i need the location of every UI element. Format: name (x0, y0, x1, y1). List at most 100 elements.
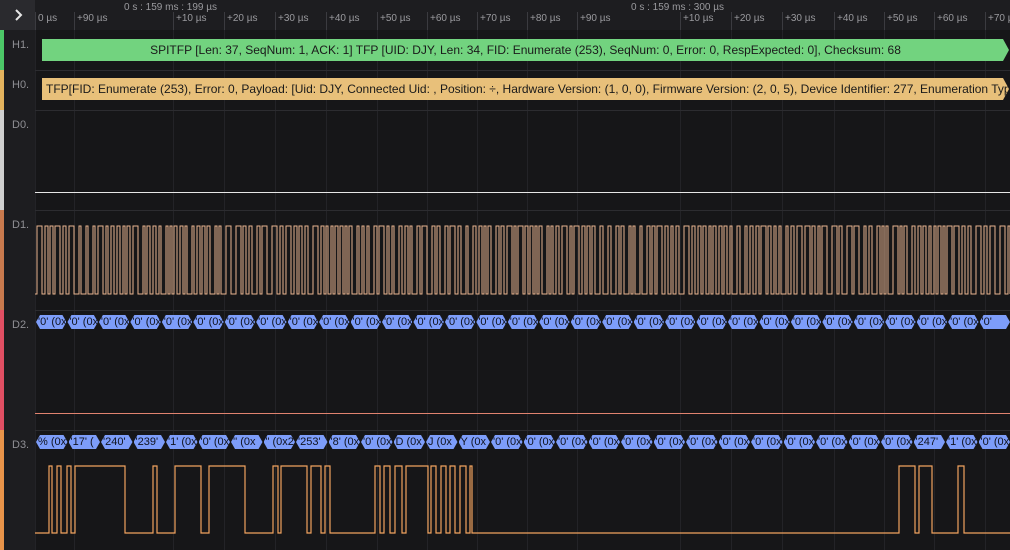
decoded-byte-d2[interactable]: '0' (0x (634, 315, 664, 329)
decoded-byte-d2[interactable]: '0' (0x (948, 315, 978, 329)
decoded-byte-d2[interactable]: '0' (0x (728, 315, 758, 329)
channel-color-bar (0, 70, 4, 110)
decoded-byte-d3[interactable]: '0' (0x (199, 435, 231, 449)
decoded-byte-d3[interactable]: '0' (0x (849, 435, 881, 449)
decoded-byte-d3[interactable]: % (0x (36, 435, 68, 449)
ruler-tick-label: +50 µs (887, 13, 918, 24)
decoded-byte-d3[interactable]: " (0x2 (264, 435, 296, 449)
decoded-byte-d2[interactable]: '0' (0x (99, 315, 129, 329)
decoded-byte-d3[interactable]: '0' (0x (524, 435, 556, 449)
decoded-byte-d2[interactable]: '0' (0x (445, 315, 475, 329)
decoded-byte-d2[interactable]: '0' (0x (351, 315, 381, 329)
ruler-tick-label: +70 µs (480, 13, 511, 24)
decoded-byte-d3[interactable]: '8' (0x (329, 435, 361, 449)
channel-h0-track[interactable]: TFP[FID: Enumerate (253), Error: 0, Payl… (35, 70, 1010, 110)
ruler-tick (577, 12, 578, 30)
ruler-tick (224, 12, 225, 30)
channel-d0-track[interactable] (35, 110, 1010, 210)
channel-d2-label[interactable]: D2. (0, 310, 35, 430)
decoded-byte-d2[interactable]: '0' (0x (508, 315, 538, 329)
decoded-byte-d2[interactable]: '0' (980, 315, 1010, 329)
decoded-byte-d3[interactable]: '17' ( (69, 435, 101, 449)
decoded-byte-d2[interactable]: '0' (0x (413, 315, 443, 329)
channel-d3-label[interactable]: D3. (0, 430, 35, 550)
channel-d2-track[interactable]: '0' (0x '0' (0x '0' (0x '0' (0x '0' (0x '0' (… (35, 310, 1010, 430)
decoded-byte-d3[interactable]: '0' (0x (719, 435, 751, 449)
tfp-enumerate-annotation[interactable]: TFP[FID: Enumerate (253), Error: 0, Payl… (42, 78, 1009, 100)
decoded-byte-d3[interactable]: '0' (0x (491, 435, 523, 449)
time-marker-label: 0 s : 159 ms : 199 µs (124, 2, 218, 13)
ruler-tick (884, 12, 885, 30)
decoded-byte-d3[interactable]: '0' (0x (881, 435, 913, 449)
decoded-byte-d2[interactable]: '0' (0x (162, 315, 192, 329)
channel-d1-row: D1. (0, 210, 1010, 310)
decoded-byte-d2[interactable]: '0' (0x (256, 315, 286, 329)
spitfp-frame-annotation[interactable]: SPITFP [Len: 37, SeqNum: 1, ACK: 1] TFP … (42, 39, 1009, 61)
decoded-byte-d3[interactable]: J (0x (426, 435, 458, 449)
channel-color-bar (0, 430, 4, 550)
channel-h1-track[interactable]: SPITFP [Len: 37, SeqNum: 1, ACK: 1] TFP … (35, 30, 1010, 70)
decoded-byte-d3[interactable]: '253' (296, 435, 328, 449)
decoded-byte-d3[interactable]: '0' (0x (556, 435, 588, 449)
decoded-byte-d3[interactable]: '0' (0x (686, 435, 718, 449)
time-ruler: 0 s : 159 ms : 199 µs 0 s : 159 ms : 300… (0, 0, 1010, 30)
decoded-byte-d2[interactable]: '0' (0x (696, 315, 726, 329)
channel-d0-label[interactable]: D0. (0, 110, 35, 210)
decoded-byte-d3[interactable]: '239' (134, 435, 166, 449)
expand-sidebar-button[interactable] (0, 0, 35, 30)
decoded-byte-d2[interactable]: '0' (0x (319, 315, 349, 329)
decoded-byte-d2[interactable]: '0' (0x (130, 315, 160, 329)
decoded-byte-d2[interactable]: '0' (0x (476, 315, 506, 329)
decoded-byte-d2[interactable]: '0' (0x (539, 315, 569, 329)
ruler-tick (782, 12, 783, 30)
decoded-byte-d2[interactable]: '0' (0x (67, 315, 97, 329)
decoded-byte-d2[interactable]: '0' (0x (602, 315, 632, 329)
decoded-byte-d2[interactable]: '0' (0x (791, 315, 821, 329)
decoded-byte-d2[interactable]: '0' (0x (665, 315, 695, 329)
decoded-byte-d3[interactable]: '0' (0x (654, 435, 686, 449)
decoded-byte-d3[interactable]: D (0x (394, 435, 426, 449)
channel-d1-label[interactable]: D1. (0, 210, 35, 310)
ruler-tick-label: +90 µs (580, 13, 611, 24)
ruler-tick (834, 12, 835, 30)
decoded-byte-d2[interactable]: '0' (0x (382, 315, 412, 329)
decoded-byte-d3[interactable]: '0' (0x (784, 435, 816, 449)
ruler-tick-label: +30 µs (278, 13, 309, 24)
channel-color-bar (0, 310, 4, 430)
decoded-byte-d2[interactable]: '0' (0x (225, 315, 255, 329)
d3-signal-path (35, 465, 1010, 534)
decoded-byte-d3[interactable]: '0' (0x (979, 435, 1010, 449)
decoded-byte-d3[interactable]: '0' (0x (589, 435, 621, 449)
channel-h0-label[interactable]: H0. (0, 70, 35, 110)
decoded-byte-d3[interactable]: '247' (914, 435, 946, 449)
decoded-byte-d3[interactable]: '0' (0x (816, 435, 848, 449)
decoded-byte-d2[interactable]: '0' (0x (759, 315, 789, 329)
decoded-byte-d3[interactable]: '0' (0x (361, 435, 393, 449)
decoded-byte-d2[interactable]: '0' (0x (885, 315, 915, 329)
decoded-byte-d3[interactable]: '1' (0x (946, 435, 978, 449)
channel-h1-label[interactable]: H1. (0, 30, 35, 70)
decoded-byte-d3[interactable]: '0' (0x (751, 435, 783, 449)
decoded-byte-d3[interactable]: Y (0x (459, 435, 491, 449)
decoded-byte-d3[interactable]: '1' (0x (166, 435, 198, 449)
decoded-byte-d3[interactable]: '240' (101, 435, 133, 449)
ruler-tick-label: +60 µs (937, 13, 968, 24)
decoded-byte-d2[interactable]: '0' (0x (193, 315, 223, 329)
decoded-byte-d2[interactable]: '0' (0x (854, 315, 884, 329)
ruler-tick (427, 12, 428, 30)
channel-name: H1. (12, 39, 30, 51)
ruler-tick-label: +40 µs (329, 13, 360, 24)
ruler-scale[interactable]: 0 s : 159 ms : 199 µs 0 s : 159 ms : 300… (35, 0, 1010, 30)
channel-d1-track[interactable] (35, 210, 1010, 310)
decoded-byte-d2[interactable]: '0' (0x (822, 315, 852, 329)
decoded-byte-d3[interactable]: '' (0x (231, 435, 263, 449)
decoded-byte-d2[interactable]: '0' (0x (288, 315, 318, 329)
decoded-byte-d3[interactable]: '0' (0x (621, 435, 653, 449)
channel-d3-track[interactable]: % (0x '17' ('240' '239' '1' (0x '0' (0x '' (0… (35, 430, 1010, 550)
decoded-byte-d2[interactable]: '0' (0x (917, 315, 947, 329)
ruler-tick (275, 12, 276, 30)
decoded-byte-d2[interactable]: '0' (0x (571, 315, 601, 329)
channel-d3-row: D3. % (0x '17' ('240' '239' '1' (0x '0' (0x '… (0, 430, 1010, 550)
decoded-byte-d2[interactable]: '0' (0x (36, 315, 66, 329)
time-marker-label: 0 s : 159 ms : 300 µs (631, 2, 725, 13)
